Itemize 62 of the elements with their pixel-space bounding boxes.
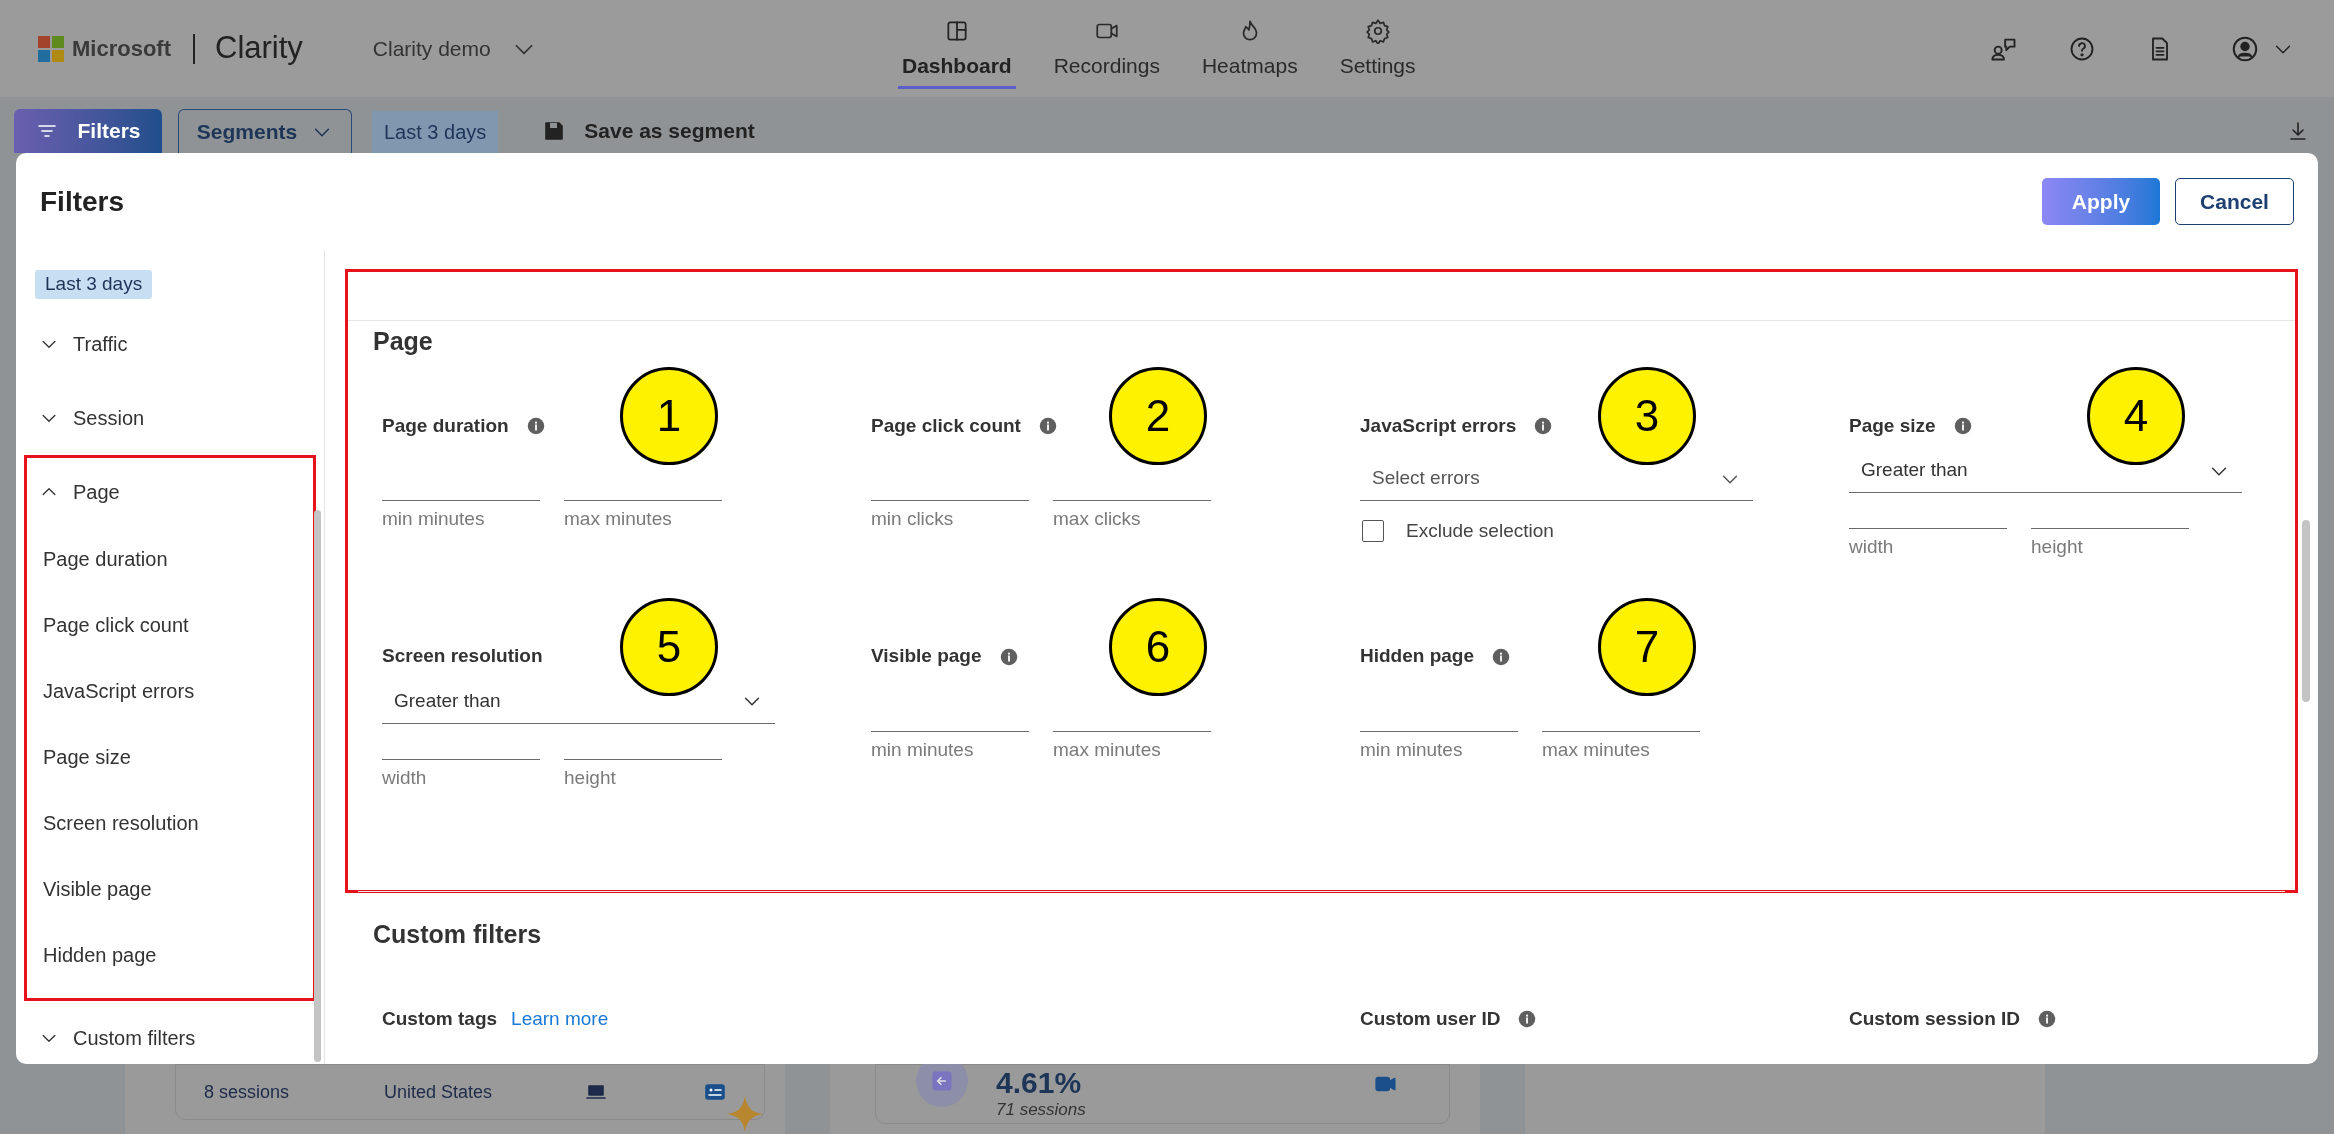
- rate-value: 4.61%: [996, 1068, 1082, 1098]
- country-name: United States: [384, 1080, 494, 1104]
- cancel-button[interactable]: Cancel: [2175, 178, 2294, 225]
- field-caption: width: [1849, 535, 1895, 559]
- number-marker: 7: [1598, 597, 1696, 696]
- field-label: Hidden page: [1360, 644, 1474, 669]
- sidebar-group[interactable]: Custom filters: [27, 1003, 313, 1064]
- sidebar-group[interactable]: Session: [27, 383, 313, 452]
- sidebar-item[interactable]: Visible page: [27, 855, 313, 922]
- field-label: Visible page: [871, 644, 982, 669]
- number-marker: 3: [1598, 367, 1696, 465]
- sidebar-item[interactable]: Page duration: [27, 525, 313, 592]
- field-label: Screen resolution: [382, 644, 543, 669]
- date-range-chip[interactable]: Last 3 days: [35, 270, 153, 299]
- field-caption: height: [564, 765, 617, 790]
- field-caption: min minutes: [871, 737, 975, 762]
- date-range-chip[interactable]: Last 3 days: [372, 111, 499, 153]
- product-name: Clarity: [215, 29, 303, 68]
- rate-sessions: 71 sessions: [996, 1101, 1086, 1118]
- field-caption: min minutes: [382, 507, 486, 531]
- session-count: 8 sessions: [204, 1080, 291, 1104]
- number-marker: 2: [1109, 367, 1207, 465]
- field-label: Custom session ID: [1849, 1006, 2021, 1031]
- learn-more-link[interactable]: Learn more: [511, 1004, 609, 1034]
- field-label: Custom user ID: [1360, 1006, 1501, 1031]
- sidebar-group[interactable]: Page: [27, 457, 313, 526]
- sidebar-item[interactable]: Page size: [27, 723, 313, 790]
- field-label: Page size: [1849, 413, 1936, 438]
- number-marker: 1: [620, 367, 718, 465]
- nav-tab[interactable]: Heatmaps: [1197, 18, 1302, 89]
- field-label: Page duration: [382, 413, 509, 438]
- checkbox-label: Exclude selection: [1406, 519, 1554, 543]
- sidebar-item[interactable]: Hidden page: [27, 921, 313, 988]
- field-caption: width: [382, 765, 428, 790]
- brand-name: Microsoft: [72, 35, 171, 63]
- apply-button[interactable]: Apply: [2042, 178, 2160, 225]
- number-marker: 6: [1109, 597, 1207, 696]
- field-caption: max minutes: [1542, 737, 1651, 762]
- filters-button[interactable]: Filters: [14, 109, 162, 153]
- field-caption: height: [2031, 535, 2084, 559]
- field-caption: min minutes: [1360, 737, 1464, 762]
- number-marker: 4: [2087, 367, 2185, 465]
- save-segment-button[interactable]: Save as segment: [542, 109, 755, 153]
- section-title: Custom filters: [373, 919, 543, 950]
- field-label: Page click count: [871, 413, 1021, 438]
- nav-tab[interactable]: Recordings: [1049, 18, 1164, 89]
- nav-tab[interactable]: Settings: [1335, 18, 1420, 89]
- field-caption: max minutes: [1053, 737, 1162, 762]
- number-marker: 5: [620, 597, 718, 696]
- sidebar-item[interactable]: Screen resolution: [27, 789, 313, 856]
- section-title: Page: [373, 326, 434, 357]
- field-label: Custom tags: [382, 1006, 498, 1031]
- sidebar-item[interactable]: Page click count: [27, 591, 313, 658]
- nav-tab[interactable]: Dashboard: [898, 18, 1016, 89]
- sidebar-item[interactable]: JavaScript errors: [27, 657, 313, 724]
- project-dropdown[interactable]: Clarity demo: [372, 32, 537, 65]
- sidebar-group[interactable]: Traffic: [27, 309, 313, 378]
- field-label: JavaScript errors: [1360, 413, 1517, 438]
- field-caption: max clicks: [1053, 507, 1142, 531]
- dialog-title: Filters: [40, 184, 125, 219]
- field-caption: max minutes: [564, 507, 673, 531]
- field-caption: min clicks: [871, 507, 955, 531]
